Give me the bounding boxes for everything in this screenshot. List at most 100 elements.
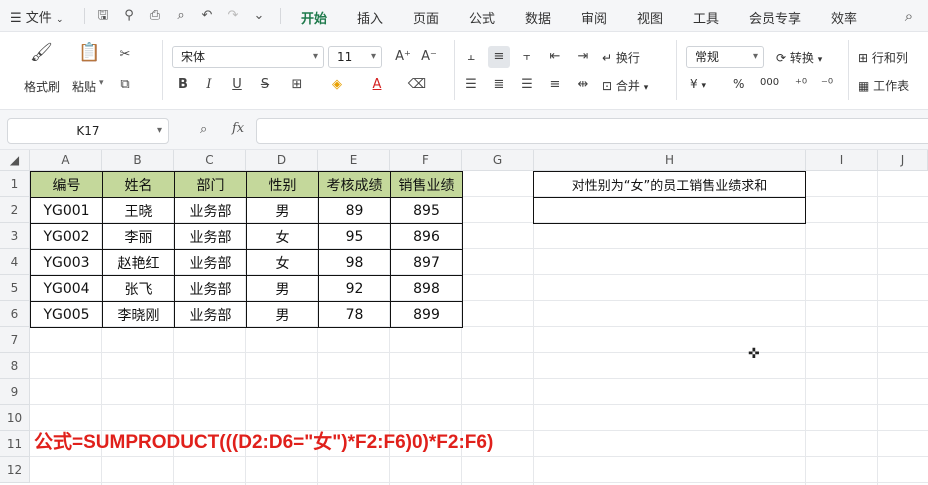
font-name-select[interactable]: 宋体 ▾: [172, 46, 324, 68]
cell[interactable]: 女: [246, 223, 319, 250]
tab-home[interactable]: 开始: [301, 8, 328, 34]
tab-tools[interactable]: 工具: [693, 8, 719, 27]
column-header[interactable]: C: [174, 150, 246, 171]
row-header[interactable]: 8: [0, 353, 30, 379]
tab-efficiency[interactable]: 效率: [831, 8, 857, 27]
spreadsheet-grid[interactable]: ◢ A B C D E F G H I J 1 2 3 4 5 6 7 8 9 10 11 12 编号…: [0, 150, 928, 485]
rows-cols-button[interactable]: ⊞ 行和列: [858, 49, 908, 66]
column-header[interactable]: E: [318, 150, 390, 171]
tab-review[interactable]: 审阅: [581, 8, 607, 27]
format-painter-label[interactable]: 格式刷: [24, 78, 60, 95]
formula-input[interactable]: [256, 118, 928, 144]
cell[interactable]: YG001: [30, 197, 103, 224]
cell[interactable]: 赵艳红: [102, 249, 175, 276]
row-header[interactable]: 1: [0, 171, 30, 197]
cell[interactable]: 张飞: [102, 275, 175, 302]
cell[interactable]: 78: [318, 301, 391, 328]
cut-icon[interactable]: ✂: [114, 44, 136, 66]
bold-icon[interactable]: B: [172, 74, 194, 96]
decrease-font-icon[interactable]: A⁻: [418, 46, 440, 68]
row-header[interactable]: 3: [0, 223, 30, 249]
row-header[interactable]: 9: [0, 379, 30, 405]
row-header[interactable]: 12: [0, 457, 30, 483]
row-header[interactable]: 2: [0, 197, 30, 223]
header-cell-score[interactable]: 考核成绩: [318, 171, 391, 198]
column-header[interactable]: H: [534, 150, 806, 171]
row-header[interactable]: 5: [0, 275, 30, 301]
tab-insert[interactable]: 插入: [357, 8, 383, 27]
column-header[interactable]: F: [390, 150, 462, 171]
fx-icon[interactable]: fx: [232, 121, 244, 136]
decimal-increase-icon[interactable]: ⁺⁰: [790, 74, 812, 96]
cell[interactable]: YG004: [30, 275, 103, 302]
column-header[interactable]: A: [30, 150, 102, 171]
cell[interactable]: 王晓: [102, 197, 175, 224]
number-format-select[interactable]: 常规 ▾: [686, 46, 764, 68]
increase-font-icon[interactable]: A⁺: [392, 46, 414, 68]
worksheet-button[interactable]: ▦ 工作表: [858, 77, 909, 94]
cell[interactable]: 899: [390, 301, 463, 328]
convert-button[interactable]: ⟳ 转换 ▾: [776, 49, 822, 66]
save-icon[interactable]: 🖫: [94, 7, 112, 25]
cell[interactable]: YG002: [30, 223, 103, 250]
wrap-text-button[interactable]: ↵ 换行: [602, 49, 640, 66]
cell-h2-result[interactable]: [533, 197, 806, 224]
format-painter-icon[interactable]: 🖌: [30, 42, 53, 64]
decimal-decrease-icon[interactable]: ⁻⁰: [816, 74, 838, 96]
distribute-icon[interactable]: ⇹: [572, 74, 594, 96]
align-top-icon[interactable]: ⫠: [460, 46, 482, 68]
undo-icon[interactable]: ↶: [198, 7, 216, 25]
cell[interactable]: 业务部: [174, 249, 247, 276]
cell-h1-label[interactable]: 对性别为“女”的员工销售业绩求和: [533, 171, 806, 198]
cell[interactable]: 女: [246, 249, 319, 276]
select-all-corner[interactable]: ◢: [0, 150, 30, 171]
fill-color-icon[interactable]: ◈: [326, 74, 348, 96]
tab-member[interactable]: 会员专享: [749, 8, 801, 27]
header-cell-dept[interactable]: 部门: [174, 171, 247, 198]
header-cell-gender[interactable]: 性别: [246, 171, 319, 198]
cell[interactable]: 98: [318, 249, 391, 276]
justify-icon[interactable]: ≡: [544, 74, 566, 96]
percent-button[interactable]: %: [733, 77, 744, 91]
column-header[interactable]: J: [878, 150, 928, 171]
tab-view[interactable]: 视图: [637, 8, 663, 27]
file-menu[interactable]: ☰ 文件 ⌄: [10, 7, 64, 26]
align-bottom-icon[interactable]: ⫟: [516, 46, 538, 68]
column-header[interactable]: D: [246, 150, 318, 171]
column-header[interactable]: G: [462, 150, 534, 171]
merge-button[interactable]: ⊡ 合并 ▾: [602, 77, 648, 94]
cell[interactable]: 89: [318, 197, 391, 224]
column-header[interactable]: B: [102, 150, 174, 171]
indent-increase-icon[interactable]: ⇥: [572, 46, 594, 68]
search-icon[interactable]: ⌕: [900, 7, 918, 25]
thousands-button[interactable]: 000: [760, 77, 779, 88]
cell[interactable]: 业务部: [174, 275, 247, 302]
font-size-select[interactable]: 11 ▾: [328, 46, 382, 68]
tab-page[interactable]: 页面: [413, 8, 439, 27]
zoom-icon[interactable]: ⌕: [200, 122, 207, 137]
row-header[interactable]: 4: [0, 249, 30, 275]
row-header[interactable]: 11: [0, 431, 30, 457]
border-icon[interactable]: ⊞: [286, 74, 308, 96]
align-center-icon[interactable]: ≣: [488, 74, 510, 96]
align-middle-icon[interactable]: ≡: [488, 46, 510, 68]
align-right-icon[interactable]: ☰: [516, 74, 538, 96]
cell[interactable]: 业务部: [174, 197, 247, 224]
align-left-icon[interactable]: ☰: [460, 74, 482, 96]
header-cell-id[interactable]: 编号: [30, 171, 103, 198]
chevron-down-icon[interactable]: ▾: [99, 78, 104, 88]
row-header[interactable]: 7: [0, 327, 30, 353]
redo-icon[interactable]: ↷: [224, 7, 242, 25]
cell[interactable]: 业务部: [174, 301, 247, 328]
cell[interactable]: 男: [246, 275, 319, 302]
italic-icon[interactable]: I: [198, 74, 220, 96]
print-icon[interactable]: ⎙: [146, 7, 164, 25]
cell[interactable]: 95: [318, 223, 391, 250]
print-preview-icon[interactable]: ⌕: [172, 7, 190, 25]
currency-button[interactable]: ¥ ▾: [690, 77, 706, 91]
cell[interactable]: YG005: [30, 301, 103, 328]
column-header[interactable]: I: [806, 150, 878, 171]
cell[interactable]: YG003: [30, 249, 103, 276]
copy-icon[interactable]: ⧉: [114, 74, 136, 96]
clear-format-icon[interactable]: ⌫: [406, 74, 428, 96]
